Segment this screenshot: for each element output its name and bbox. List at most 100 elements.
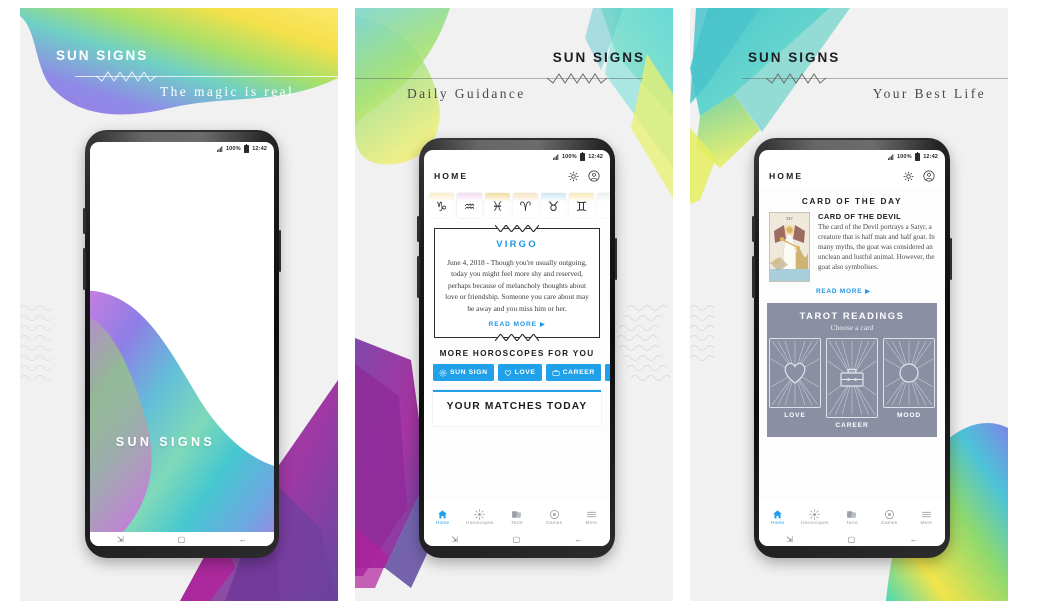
horoscope-category-chips: SUN SIGN LOVE CAREER — [424, 358, 610, 382]
tarot-card-back[interactable] — [769, 338, 821, 408]
card-of-the-day-heading: CARD OF THE DAY — [801, 197, 903, 206]
nav-item-horoscopes[interactable]: Horoscopes — [461, 508, 498, 526]
zodiac-tile-capricorn[interactable]: ♑ — [429, 193, 454, 218]
more-horoscopes-heading: MORE HOROSCOPES FOR YOU — [439, 349, 595, 359]
briefcase-icon — [552, 369, 560, 376]
tarot-choice-mood[interactable]: MOOD — [883, 338, 935, 419]
sun-icon[interactable] — [568, 170, 579, 182]
tile-gradient-top — [597, 193, 610, 202]
chip-sun-sign[interactable]: SUN SIGN — [433, 364, 494, 382]
back-arrow-icon[interactable]: ← — [239, 535, 247, 544]
nav-label: More — [585, 520, 598, 526]
home-square-icon[interactable]: ▢ — [848, 535, 856, 544]
cards-icon — [512, 510, 522, 518]
nav-item-tarot[interactable]: Tarot — [833, 509, 870, 526]
home-square-icon[interactable]: ▢ — [178, 535, 186, 544]
account-circle-icon[interactable] — [923, 170, 935, 182]
phone-screen-2: 100% 12:42 HOME ♑ ♒ ♓ ♈ ♉ ♊ VIRGO June 4… — [424, 150, 610, 546]
brand-title: SUN SIGNS — [748, 50, 841, 65]
tarot-choice-career[interactable]: CAREER — [826, 338, 878, 429]
tarot-card-description: The card of the Devil portrays a Satyr, … — [818, 223, 935, 271]
your-matches-card[interactable]: YOUR MATCHES TODAY — [433, 390, 601, 427]
nav-item-games[interactable]: Games — [871, 509, 908, 526]
tarot-readings-panel: TAROT READINGS Choose a card LOVE CAREER… — [767, 303, 937, 437]
nav-item-games[interactable]: Games — [536, 509, 573, 526]
clock: 12:42 — [252, 145, 267, 152]
system-nav-bar[interactable]: ⇲ ▢ ← — [90, 532, 274, 546]
recents-icon[interactable]: ⇲ — [117, 535, 124, 544]
app-store-screenshot-set: SUN SIGNS The magic is real 100% 12:42 S… — [0, 0, 1044, 609]
chip-label: SUN SIGN — [450, 369, 488, 377]
tarot-readings-title: TAROT READINGS — [799, 310, 905, 321]
sun-icon[interactable] — [903, 170, 914, 182]
home-icon — [438, 509, 447, 518]
chip-label: LOVE — [514, 369, 536, 377]
zodiac-glyph: ♒ — [463, 200, 476, 215]
tarot-card-back[interactable] — [826, 338, 878, 418]
chip-love[interactable]: LOVE — [497, 364, 542, 382]
phone-mockup-1: 100% 12:42 SUN SIGNS ⇲ ▢ ← — [83, 130, 281, 558]
zodiac-tile-pisces[interactable]: ♓ — [485, 193, 510, 218]
account-circle-icon[interactable] — [588, 170, 600, 182]
zodiac-tile-aquarius[interactable]: ♒ — [457, 193, 482, 218]
zodiac-glyph: ♑ — [435, 200, 448, 215]
home-square-icon[interactable]: ▢ — [513, 535, 521, 544]
phone-button-left-2 — [752, 256, 755, 298]
back-arrow-icon[interactable]: ← — [910, 535, 918, 544]
zigzag-divider-icon — [766, 73, 826, 84]
clock: 12:42 — [923, 153, 938, 160]
zodiac-tile-next[interactable] — [597, 193, 610, 218]
phone-mockup-3: 100% 12:42 HOME CARD OF THE DAY XIV CARD… — [752, 138, 952, 558]
heart-icon — [504, 370, 511, 377]
nav-label: Tarot — [511, 520, 523, 526]
tarot-choice-label: LOVE — [784, 412, 806, 419]
nav-item-more[interactable]: More — [573, 509, 610, 526]
tarot-card-image[interactable]: XIV — [769, 212, 810, 282]
sun-icon — [439, 368, 447, 377]
home-icon — [773, 509, 782, 518]
recents-icon[interactable]: ⇲ — [451, 535, 458, 544]
zodiac-tile-aries[interactable]: ♈ — [513, 193, 538, 218]
recents-icon[interactable]: ⇲ — [786, 535, 793, 544]
tarot-card-back[interactable] — [883, 338, 935, 408]
back-arrow-icon[interactable]: ← — [575, 535, 583, 544]
clock: 12:42 — [588, 153, 603, 160]
tarot-choice-love[interactable]: LOVE — [769, 338, 821, 419]
app-content-2: ♑ ♒ ♓ ♈ ♉ ♊ VIRGO June 4, 2018 - Though … — [424, 189, 610, 501]
zodiac-tile-taurus[interactable]: ♉ — [541, 193, 566, 218]
zodiac-glyph: ♓ — [491, 200, 504, 215]
panel-1-header: SUN SIGNS The magic is real — [20, 8, 338, 113]
signal-icon — [552, 153, 559, 160]
system-nav-bar[interactable]: ⇲ ▢ ← — [759, 532, 945, 546]
zodiac-tile-gemini[interactable]: ♊ — [569, 193, 594, 218]
brand-title: SUN SIGNS — [56, 48, 149, 63]
cards-icon — [847, 510, 857, 518]
phone-gloss — [96, 131, 268, 142]
horoscope-card: VIRGO June 4, 2018 - Though you're usual… — [434, 225, 600, 342]
read-more-label: READ MORE — [488, 321, 537, 329]
phone-screen-1: 100% 12:42 SUN SIGNS ⇲ ▢ ← — [90, 142, 274, 546]
play-triangle-icon: ▶ — [539, 322, 546, 329]
card-of-day-read-more-link[interactable]: READ MORE ▶ — [759, 282, 945, 295]
chip-overflow[interactable] — [604, 364, 610, 382]
horoscope-sign-name: VIRGO — [496, 239, 538, 250]
splash-app-title: SUN SIGNS — [115, 435, 216, 450]
zodiac-glyph: ♈ — [519, 200, 532, 215]
panel-tagline: Your Best Life — [872, 86, 986, 101]
nav-label: Games — [880, 520, 898, 526]
tarot-choice-label: MOOD — [896, 412, 922, 419]
horoscope-read-more-link[interactable]: READ MORE ▶ — [444, 321, 590, 328]
chip-career[interactable]: CAREER — [545, 364, 601, 382]
battery-percent: 100% — [225, 145, 241, 152]
battery-icon — [579, 151, 586, 161]
nav-item-more[interactable]: More — [908, 509, 945, 526]
circle-dot-icon — [884, 509, 894, 519]
nav-item-horoscopes[interactable]: Horoscopes — [796, 508, 833, 526]
zodiac-sign-selector[interactable]: ♑ ♒ ♓ ♈ ♉ ♊ — [424, 189, 610, 221]
nav-item-home[interactable]: Home — [759, 509, 796, 526]
phone-screen-3: 100% 12:42 HOME CARD OF THE DAY XIV CARD… — [759, 150, 945, 546]
nav-item-tarot[interactable]: Tarot — [498, 509, 535, 526]
system-nav-bar[interactable]: ⇲ ▢ ← — [424, 532, 610, 546]
nav-item-home[interactable]: Home — [424, 509, 461, 526]
phone-button-left-2 — [83, 248, 86, 290]
